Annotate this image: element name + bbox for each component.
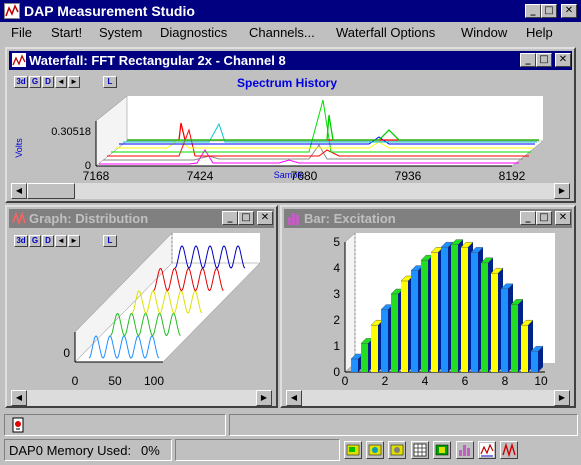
graph-y-zero: 0	[63, 346, 70, 360]
bar-hscrollbar[interactable]: ◀ ▶	[286, 390, 570, 406]
graph-scroll-right-icon[interactable]: ▶	[256, 390, 272, 406]
config-icon[interactable]	[366, 441, 384, 459]
waterfall-view-icon[interactable]	[478, 441, 496, 459]
bar-y-tick-4: 4	[333, 261, 340, 275]
bar-x-tick-3: 6	[462, 374, 469, 388]
bar-x-tick-2: 4	[422, 374, 429, 388]
graph-titlebar: Graph: Distribution _ □ ✕	[9, 209, 274, 228]
bar-y-tick-3: 3	[333, 287, 340, 301]
graph-x-tick-0: 0	[72, 374, 79, 388]
menu-file[interactable]: File	[11, 25, 32, 40]
record-icon[interactable]	[10, 417, 26, 433]
waterfall-chart: Spectrum History Volts Sample 0.30518 0 …	[14, 76, 544, 182]
graph-close-button[interactable]: ✕	[257, 211, 273, 225]
waterfall-y-tick: 0.30518	[51, 126, 91, 138]
memory-label: DAP0 Memory Used:	[9, 443, 132, 458]
bar-18	[530, 345, 544, 372]
graph-icon	[12, 211, 26, 226]
menu-bar: File Start! System Diagnostics Channels.…	[0, 22, 581, 43]
bar-x-tick-4: 8	[502, 374, 509, 388]
waterfall-title: Waterfall: FFT Rectangular 2x - Channel …	[29, 53, 286, 68]
graph-chart: 0 0 50 100	[63, 232, 261, 388]
app-title: DAP Measurement Studio	[24, 3, 195, 19]
waterfall-window: Waterfall: FFT Rectangular 2x - Channel …	[5, 47, 576, 203]
bar-chart-icon	[287, 211, 301, 225]
app-titlebar: DAP Measurement Studio _ □ ✕	[0, 0, 581, 22]
menu-channels[interactable]: Channels...	[249, 25, 315, 40]
module-icon[interactable]	[388, 441, 406, 459]
menu-diagnostics[interactable]: Diagnostics	[160, 25, 227, 40]
bar-x-tick-1: 2	[382, 374, 389, 388]
graph-x-tick-1: 50	[108, 374, 122, 388]
waterfall-chart-title: Spectrum History	[237, 76, 337, 90]
bar-scroll-left-icon[interactable]: ◀	[286, 390, 302, 406]
graph-minimize-button[interactable]: _	[222, 211, 238, 225]
status-panel-blank	[175, 439, 340, 461]
bar-y-ticks: 0 1 2 3 4 5	[333, 235, 340, 379]
bar-window: Bar: Excitation _ □ ✕ 0 1 2 3 4 5 0 2 4 …	[280, 205, 576, 408]
waterfall-icon	[12, 53, 26, 67]
menu-window[interactable]: Window	[461, 25, 507, 40]
waterfall-titlebar: Waterfall: FFT Rectangular 2x - Channel …	[9, 51, 572, 70]
waterfall-minimize-button[interactable]: _	[520, 53, 536, 67]
bar-y-tick-0: 0	[333, 365, 340, 379]
bar-x-tick-5: 10	[534, 374, 548, 388]
graph-title: Graph: Distribution	[29, 211, 149, 226]
waterfall-x-tick-2: 7680	[291, 169, 318, 182]
bar-y-tick-5: 5	[333, 235, 340, 249]
bar-chart: 0 1 2 3 4 5 0 2 4 6 8 10	[333, 232, 555, 388]
graph-x-tick-2: 100	[144, 374, 164, 388]
app-icon	[4, 3, 20, 19]
waterfall-ylabel: Volts	[14, 138, 24, 158]
tool-status-panel-right	[229, 414, 578, 436]
memory-value: 0%	[141, 443, 160, 458]
waterfall-x-tick-4: 8192	[499, 169, 526, 182]
waterfall-floor	[95, 140, 544, 167]
close-button[interactable]: ✕	[561, 4, 577, 18]
graph-maximize-button[interactable]: □	[238, 211, 254, 225]
waterfall-scroll-left-icon[interactable]: ◀	[11, 183, 27, 199]
table-icon[interactable]	[411, 441, 429, 459]
graph-back-panel	[172, 233, 260, 263]
waterfall-scroll-right-icon[interactable]: ▶	[554, 183, 570, 199]
tool-status-row	[0, 410, 581, 438]
bar-titlebar: Bar: Excitation _ □ ✕	[284, 209, 572, 228]
bar-minimize-button[interactable]: _	[520, 211, 536, 225]
waterfall-back-panel	[127, 96, 543, 141]
maximize-button[interactable]: □	[541, 4, 557, 18]
bar-close-button[interactable]: ✕	[555, 211, 571, 225]
tool-status-panel	[4, 414, 226, 436]
bar-maximize-button[interactable]: □	[536, 211, 552, 225]
bar-y-tick-1: 1	[333, 339, 340, 353]
waterfall-scroll-thumb[interactable]	[27, 183, 75, 199]
graph-window: Graph: Distribution _ □ ✕ 3d G D ◄ ► L 0…	[5, 205, 278, 408]
open-file-icon[interactable]	[344, 441, 362, 459]
menu-waterfall-options[interactable]: Waterfall Options	[336, 25, 435, 40]
waterfall-x-tick-3: 7936	[395, 169, 422, 182]
bar-title: Bar: Excitation	[304, 211, 396, 226]
waterfall-close-button[interactable]: ✕	[555, 53, 571, 67]
graph-hscrollbar[interactable]: ◀ ▶	[11, 390, 272, 406]
bar-x-tick-0: 0	[342, 374, 349, 388]
bar-side-panel	[344, 232, 356, 373]
bar-graph-icon[interactable]	[456, 441, 474, 459]
waterfall-maximize-button[interactable]: □	[536, 53, 552, 67]
export-icon[interactable]	[433, 441, 451, 459]
waterfall-x-tick-0: 7168	[83, 169, 110, 182]
bar-y-tick-2: 2	[333, 313, 340, 327]
graph-scroll-left-icon[interactable]: ◀	[11, 390, 27, 406]
waterfall-hscrollbar[interactable]: ◀ ▶	[11, 183, 570, 199]
menu-start[interactable]: Start!	[51, 25, 82, 40]
menu-system[interactable]: System	[99, 25, 142, 40]
minimize-button[interactable]: _	[525, 4, 541, 18]
bar-scroll-right-icon[interactable]: ▶	[554, 390, 570, 406]
graph-view-icon[interactable]	[500, 441, 518, 459]
menu-help[interactable]: Help	[526, 25, 553, 40]
waterfall-x-tick-1: 7424	[187, 169, 214, 182]
